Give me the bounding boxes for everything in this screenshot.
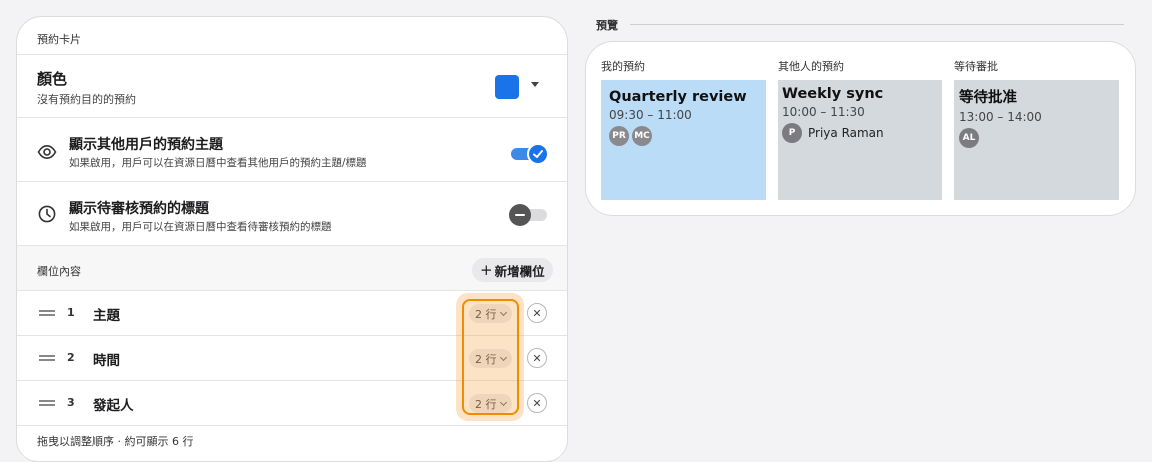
chevron-down-icon[interactable]: [531, 82, 539, 87]
fields-label: 欄位內容: [37, 265, 81, 278]
show-pending-toggle[interactable]: [509, 204, 549, 226]
preview-column-label: 其他人的預約: [778, 60, 844, 73]
add-field-button[interactable]: + 新增欄位: [472, 258, 553, 282]
close-icon: ✕: [532, 351, 542, 365]
avatar: PR: [609, 126, 629, 146]
booking-time: 09:30 – 11:00: [609, 108, 692, 122]
card-header: 預約卡片: [17, 17, 567, 55]
drag-handle-icon[interactable]: [39, 355, 55, 361]
preview-booking-mine: Quarterly review 09:30 – 11:00 PR MC: [601, 80, 766, 200]
show-pending-row: 顯示待審核預約的標題 如果啟用，用戶可以在資源日曆中查看待審核預約的標題: [17, 182, 567, 246]
avatar: AL: [959, 128, 979, 148]
show-others-row: 顯示其他用戶的預約主題 如果啟用，用戶可以在資源日曆中查看其他用戶的預約主題/標…: [17, 118, 567, 182]
clock-icon: [38, 205, 56, 223]
preview-booking-others: Weekly sync 10:00 – 11:30 P Priya Raman: [778, 80, 942, 200]
booking-title: Quarterly review: [609, 89, 747, 105]
color-title: 顏色: [37, 70, 68, 88]
attendee-name: Priya Raman: [808, 126, 884, 140]
preview-column-label: 等待審批: [954, 60, 998, 73]
check-icon: [527, 143, 549, 165]
avatar: P: [782, 123, 802, 143]
attendee-row: PR MC: [609, 126, 758, 146]
remove-field-button[interactable]: ✕: [527, 303, 547, 323]
preview-column-label: 我的預約: [601, 60, 645, 73]
show-pending-title: 顯示待審核預約的標題: [69, 201, 209, 217]
show-others-subtitle: 如果啟用，用戶可以在資源日曆中查看其他用戶的預約主題/標題: [69, 157, 367, 169]
booking-title: Weekly sync: [782, 86, 884, 102]
remove-field-button[interactable]: ✕: [527, 348, 547, 368]
field-name: 主題: [93, 308, 120, 324]
preview-booking-pending: 等待批准 13:00 – 14:00 AL: [954, 80, 1119, 200]
show-others-title: 顯示其他用戶的預約主題: [69, 137, 223, 153]
drag-handle-icon[interactable]: [39, 400, 55, 406]
color-setting-row: 顏色 沒有預約目的的預約: [17, 55, 567, 118]
lines-highlight-outline: [462, 299, 519, 415]
drag-handle-icon[interactable]: [39, 310, 55, 316]
preview-divider: [630, 24, 1124, 25]
avatar: MC: [632, 126, 652, 146]
booking-title: 等待批准: [959, 90, 1017, 106]
booking-time: 10:00 – 11:30: [782, 105, 865, 119]
eye-icon: [37, 144, 57, 160]
fields-section-header: 欄位內容 + 新增欄位: [17, 246, 567, 291]
field-number: 2: [67, 351, 75, 364]
attendee-row: P Priya Raman: [782, 123, 934, 143]
fields-footer-hint: 拖曳以調整順序 · 約可顯示 6 行: [37, 435, 194, 448]
show-pending-subtitle: 如果啟用，用戶可以在資源日曆中查看待審核預約的標題: [69, 221, 332, 233]
remove-field-button[interactable]: ✕: [527, 393, 547, 413]
color-swatch[interactable]: [495, 75, 519, 99]
close-icon: ✕: [532, 396, 542, 410]
booking-time: 13:00 – 14:00: [959, 110, 1042, 124]
add-field-label: 新增欄位: [494, 263, 545, 279]
attendee-row: AL: [959, 128, 1111, 148]
show-others-toggle[interactable]: [511, 143, 549, 165]
field-number: 1: [67, 306, 75, 319]
plus-icon: +: [480, 261, 493, 279]
color-subtitle: 沒有預約目的的預約: [37, 93, 136, 106]
minus-icon: [509, 204, 531, 226]
field-number: 3: [67, 396, 75, 409]
preview-title: 預覽: [596, 19, 618, 32]
field-name: 發起人: [93, 398, 134, 414]
close-icon: ✕: [532, 306, 542, 320]
field-name: 時間: [93, 353, 120, 369]
